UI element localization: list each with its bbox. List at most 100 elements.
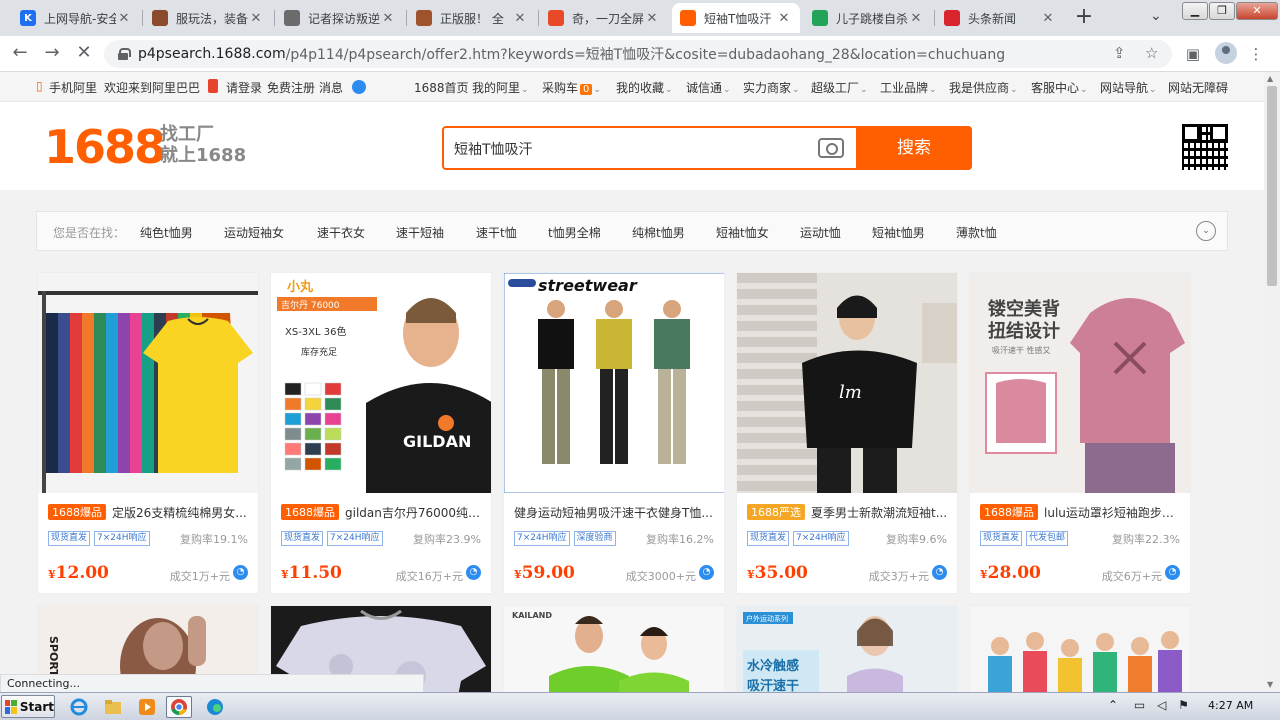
topnav-supplier-link[interactable]: 我是供应商⌄ (949, 79, 1018, 96)
topnav-login-link[interactable]: 请登录 (226, 79, 262, 96)
product-title[interactable]: lulu运动罩衫短袖跑步衣... (1044, 504, 1185, 521)
suggestion-keyword[interactable]: 速干短袖 (396, 224, 444, 241)
tab-close-icon[interactable]: ✕ (644, 11, 660, 26)
product-image[interactable] (38, 273, 258, 493)
product-title[interactable]: 定版26支精梳纯棉男女... (112, 504, 247, 521)
suggestion-keyword[interactable]: 速干衣女 (317, 224, 365, 241)
window-close-icon[interactable]: ✕ (1236, 2, 1278, 20)
topnav-home-link[interactable]: 1688首页 (414, 79, 469, 96)
topnav-chengxintong-link[interactable]: 诚信通⌄ (686, 79, 731, 96)
new-tab-button[interactable]: + (1070, 4, 1098, 32)
menu-dots-icon[interactable]: ⋮ (1244, 42, 1268, 66)
browser-tab[interactable]: K 上网导航-安全 ✕ (12, 3, 140, 33)
product-card-row2-3[interactable]: KAILAND (503, 605, 725, 692)
chat-icon[interactable]: ◔ (1165, 565, 1180, 580)
product-image[interactable]: streetwear (504, 273, 724, 493)
suggestion-keyword[interactable]: 运动t恤 (800, 224, 841, 241)
topnav-brand-link[interactable]: 工业品牌⌄ (880, 79, 937, 96)
ie-icon[interactable] (66, 696, 92, 718)
tab-close-icon[interactable]: ✕ (908, 11, 924, 26)
suggestion-keyword[interactable]: 薄款t恤 (956, 224, 997, 241)
suggestion-keyword[interactable]: 纯色t恤男 (140, 224, 193, 241)
suggestion-keyword[interactable]: 运动短袖女 (224, 224, 284, 241)
topnav-sitemap-link[interactable]: 网站导航⌄ (1100, 79, 1157, 96)
product-title-line[interactable]: 健身运动短袖男吸汗速干衣健身T恤... (514, 503, 719, 521)
chrome-icon[interactable] (166, 696, 192, 718)
topnav-merchants-link[interactable]: 实力商家⌄ (743, 79, 800, 96)
back-arrow-icon[interactable]: ← (8, 42, 32, 66)
tab-search-chevron-icon[interactable]: ⌄ (1150, 8, 1162, 24)
product-card[interactable]: lm 1688严选 夏季男士新款潮流短袖t... 现货直发 7×24H响应 复购率9.6… (736, 272, 958, 594)
address-bar[interactable]: p4psearch.1688.com /p4p114/p4psearch/off… (104, 40, 1172, 68)
profile-avatar[interactable] (1215, 42, 1237, 64)
tab-close-icon[interactable]: ✕ (116, 11, 132, 26)
folder-icon[interactable] (100, 696, 126, 718)
site-logo[interactable]: 1688 (44, 120, 166, 174)
share-icon[interactable]: ⇪ (1113, 44, 1126, 62)
topnav-messages-link[interactable]: 消息 (319, 79, 343, 96)
browser-tab[interactable]: 短袖T恤吸汗 ✕ (672, 3, 800, 33)
topnav-accessibility-link[interactable]: 网站无障碍 (1168, 79, 1228, 96)
browser-tab[interactable]: 记者探访叛逆 ✕ (276, 3, 404, 33)
topnav-favorites-link[interactable]: 我的收藏⌄ (616, 79, 673, 96)
expand-chevron-icon[interactable]: ⌄ (1196, 221, 1216, 241)
scrollbar-thumb[interactable] (1267, 86, 1277, 286)
product-image[interactable]: lm (737, 273, 957, 493)
product-title[interactable]: gildan吉尔丹76000纯色... (345, 504, 486, 521)
suggestion-keyword[interactable]: t恤男全棉 (548, 224, 601, 241)
vertical-scrollbar[interactable]: ▲ ▼ (1264, 72, 1280, 692)
minimize-icon[interactable]: ▁ (1182, 2, 1208, 20)
chat-icon[interactable]: ◔ (699, 565, 714, 580)
suggestion-keyword[interactable]: 短袖t恤男 (872, 224, 925, 241)
tray-network-icon[interactable]: ▭ (1134, 698, 1145, 712)
stop-loading-icon[interactable]: ✕ (72, 42, 96, 66)
browser-tab[interactable]: 儿子跳楼自杀 ✕ (804, 3, 932, 33)
product-card[interactable]: 1688爆品 定版26支精梳纯棉男女... 现货直发 7×24H响应 复购率19.1% ¥… (37, 272, 259, 594)
search-button[interactable]: 搜索 (856, 126, 972, 170)
edge-icon[interactable] (202, 696, 228, 718)
restore-icon[interactable]: ❐ (1209, 2, 1235, 20)
browser-tab[interactable]: 正版服！ 全 ✕ (408, 3, 536, 33)
product-card-row2-4[interactable]: 户外运动系列 水冷触感 吸汗速干 (736, 605, 958, 692)
taskbar-clock[interactable]: 4:27 AM (1208, 699, 1253, 712)
scroll-down-icon[interactable]: ▼ (1267, 680, 1273, 689)
suggestion-keyword[interactable]: 速干t恤 (476, 224, 517, 241)
tray-expand-icon[interactable]: ⌃ (1108, 698, 1118, 712)
start-button[interactable]: Start (1, 695, 55, 718)
product-image[interactable]: 镂空美背 扭结设计 吸汗速干 性感又 (970, 273, 1190, 493)
tab-close-icon[interactable]: ✕ (1040, 11, 1056, 26)
tab-close-icon[interactable]: ✕ (776, 11, 792, 26)
tab-close-icon[interactable]: ✕ (512, 11, 528, 26)
message-bubble-icon[interactable] (352, 80, 366, 94)
product-card[interactable]: streetwear 健身运动短袖男吸汗速干衣健身T恤... 7×24H响应 深度验… (503, 272, 725, 594)
topnav-service-link[interactable]: 客服中心⌄ (1031, 79, 1088, 96)
topnav-factory-link[interactable]: 超级工厂⌄ (811, 79, 868, 96)
topnav-register-link[interactable]: 免费注册 (267, 79, 315, 96)
chat-icon[interactable]: ◔ (233, 565, 248, 580)
suggestion-keyword[interactable]: 纯棉t恤男 (632, 224, 685, 241)
side-panel-icon[interactable]: ▣ (1181, 42, 1205, 66)
product-card-row2-5[interactable] (969, 605, 1191, 692)
product-title[interactable]: 夏季男士新款潮流短袖t... (811, 504, 947, 521)
tab-close-icon[interactable]: ✕ (248, 11, 264, 26)
search-input[interactable]: 短袖T恤吸汗 (454, 139, 533, 159)
topnav-mobile-link[interactable]: 手机阿里 (49, 79, 97, 96)
tray-volume-icon[interactable]: ◁ (1157, 698, 1166, 712)
topnav-myali-link[interactable]: 我的阿里⌄ (472, 79, 529, 96)
media-player-icon[interactable] (134, 696, 160, 718)
product-image[interactable]: 小丸 吉尔丹 76000 XS-3XL 36色 库存充足 GILDAN (271, 273, 491, 493)
browser-tab[interactable]: 头条新闻 ✕ (936, 3, 1064, 33)
product-title-line[interactable]: 1688爆品 定版26支精梳纯棉男女... (48, 503, 253, 521)
camera-search-icon[interactable] (818, 138, 844, 158)
forward-arrow-icon[interactable]: → (40, 42, 64, 66)
product-card[interactable]: 镂空美背 扭结设计 吸汗速干 性感又 1688爆品 lulu运动罩衫短袖跑步衣..… (969, 272, 1191, 594)
product-title-line[interactable]: 1688爆品 lulu运动罩衫短袖跑步衣... (980, 503, 1185, 521)
chat-icon[interactable]: ◔ (932, 565, 947, 580)
tab-close-icon[interactable]: ✕ (380, 11, 396, 26)
browser-tab[interactable]: 服玩法，装备 ✕ (144, 3, 272, 33)
product-card[interactable]: 小丸 吉尔丹 76000 XS-3XL 36色 库存充足 GILDAN 1688… (270, 272, 492, 594)
chat-icon[interactable]: ◔ (466, 565, 481, 580)
suggestion-keyword[interactable]: 短袖t恤女 (716, 224, 769, 241)
scroll-up-icon[interactable]: ▲ (1267, 74, 1273, 83)
product-title-line[interactable]: 1688爆品 gildan吉尔丹76000纯色... (281, 503, 486, 521)
